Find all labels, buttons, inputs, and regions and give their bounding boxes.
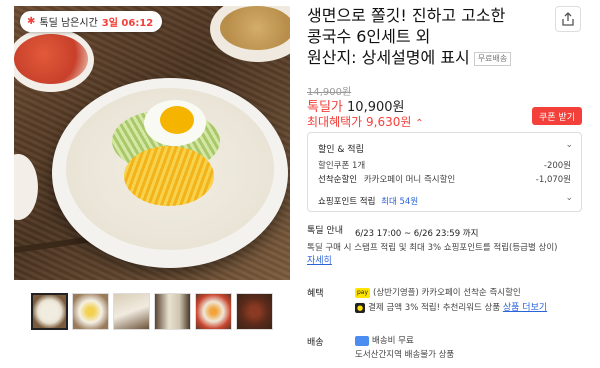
title-line-3: 원산지: 상세설명에 표시 무료배송 [307,47,557,68]
prepay-row: 선착순할인 카카오페이 머니 즉시할인 [318,175,456,185]
title-line-1: 생면으로 쫄깃! 진하고 고소한 [307,6,506,25]
thumbnail-3[interactable] [113,293,150,330]
delivery-label: 배송 [307,338,324,348]
chevron-down-icon[interactable]: ⌄ [565,193,573,203]
discount-box: 할인 & 적립 ⌄ 할인쿠폰 1개 -200원 선착순할인 카카오페이 머니 즉… [307,132,582,212]
talk-deal-period: 6/23 17:00 ~ 6/26 23:59 까지 [355,229,479,239]
fire-icon: ✱ [27,16,36,27]
timer-label: 톡딜 남은시간 [39,18,98,29]
truck-icon [355,335,369,346]
max-benefit-label: 최대혜택가 [307,115,363,129]
coupon-button[interactable]: 쿠폰 받기 [532,107,582,125]
thumbnail-5[interactable] [195,293,232,330]
coupon-label: 할인쿠폰 1개 [318,161,366,171]
benefits-label: 혜택 [307,289,324,299]
title-line-2: 콩국수 6인세트 외 [307,27,431,46]
chevron-down-icon[interactable]: ⌄ [565,140,573,150]
points-row: 쇼핑포인트 적립 최대 54원 [318,197,419,207]
timer-time: 3일 06:12 [101,18,154,29]
benefit-line-2: ● 결제 금액 3% 적립! 추천리워드 상품 상품 더보기 [355,302,548,313]
talk-deal-more-link[interactable]: 자세히 [307,253,332,266]
prepay-value: -1,070원 [535,175,571,185]
talk-deal-label: 톡딜 안내 [307,226,343,236]
max-benefit-price: 9,630원 [366,115,412,129]
delivery-line-2: 도서산간지역 배송불가 상품 [355,350,455,360]
max-benefit-row[interactable]: 최대혜택가 9,630원 ⌃ [307,113,424,130]
thumbnail-2[interactable] [72,293,109,330]
deal-timer-badge: ✱ 톡딜 남은시간 3일 06:12 [20,11,163,32]
kakaopay-icon: ● [355,302,366,313]
chevron-up-icon: ⌃ [415,118,424,129]
benefit-more-link[interactable]: 상품 더보기 [503,303,547,313]
product-title: 생면으로 쫄깃! 진하고 고소한 콩국수 6인세트 외 원산지: 상세설명에 표… [307,5,557,68]
delivery-line-1: 배송비 무료 [355,334,414,346]
share-button[interactable] [555,6,581,32]
coupon-value: -200원 [543,161,571,171]
discount-header: 할인 & 적립 [318,145,364,155]
thumbnail-1[interactable] [31,293,68,330]
thumbnail-6[interactable] [236,293,273,330]
kakaopay-badge: pay [355,287,371,298]
product-main-image [14,6,290,280]
share-icon [562,12,574,26]
thumbnail-4[interactable] [154,293,191,330]
benefit-line-1: pay (상반기영플) 카카오페이 선착순 즉시할인 [355,287,521,298]
talk-deal-desc: 톡딜 구매 시 스탬프 적립 및 최대 3% 쇼핑포인트를 적립(등급별 상이) [307,243,558,253]
free-shipping-tag: 무료배송 [473,51,512,66]
